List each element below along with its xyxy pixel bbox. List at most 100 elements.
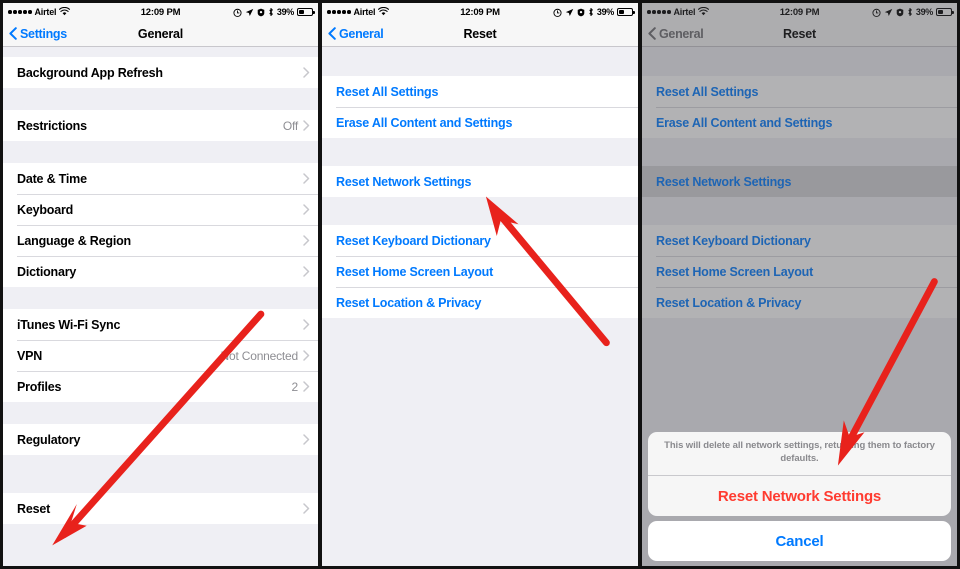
chevron-right-icon <box>303 204 310 215</box>
reset-options-list: Reset All Settings Erase All Content and… <box>322 47 638 318</box>
list-gap <box>322 197 638 225</box>
back-button-label: General <box>339 26 384 41</box>
row-label: Reset Home Screen Layout <box>656 264 814 279</box>
action-sheet-message: This will delete all network settings, r… <box>648 432 951 476</box>
row-language-region[interactable]: Language & Region <box>3 225 318 256</box>
panel-reset-confirm: Airtel 12:09 PM 39% General Reset Reset … <box>640 0 960 569</box>
row-reset-location-privacy[interactable]: Reset Location & Privacy <box>322 287 638 318</box>
row-label: Language & Region <box>17 233 131 248</box>
location-arrow-icon <box>245 8 254 17</box>
row-label: VPN <box>17 348 43 363</box>
reset-options-list: Reset All Settings Erase All Content and… <box>642 47 957 318</box>
list-group: Background App Refresh <box>3 57 318 88</box>
row-label: Profiles <box>17 379 62 394</box>
row-itunes-wifi-sync[interactable]: iTunes Wi-Fi Sync <box>3 309 318 340</box>
list-gap <box>642 47 957 76</box>
row-regulatory[interactable]: Regulatory <box>3 424 318 455</box>
row-label: Dictionary <box>17 264 77 279</box>
row-label: Erase All Content and Settings <box>336 115 513 130</box>
status-bar: Airtel 12:09 PM 39% <box>322 3 638 21</box>
alarm-icon <box>233 8 242 17</box>
row-reset[interactable]: Reset <box>3 493 318 524</box>
chevron-left-icon <box>9 27 17 40</box>
battery-icon <box>617 8 635 16</box>
row-erase-all-content-and-settings[interactable]: Erase All Content and Settings <box>322 107 638 138</box>
status-bar-right: 39% <box>872 7 954 17</box>
row-vpn[interactable]: VPN Not Connected <box>3 340 318 371</box>
row-background-app-refresh[interactable]: Background App Refresh <box>3 57 318 88</box>
back-button-general[interactable]: General <box>322 26 384 41</box>
list-gap <box>3 141 318 163</box>
rotation-lock-icon <box>896 8 904 17</box>
battery-percent-label: 39% <box>596 7 614 17</box>
row-reset-home-screen-layout[interactable]: Reset Home Screen Layout <box>642 256 957 287</box>
list-group: Regulatory <box>3 424 318 455</box>
status-bar-right: 39% <box>553 7 635 17</box>
row-reset-all-settings[interactable]: Reset All Settings <box>322 76 638 107</box>
list-gap <box>322 138 638 166</box>
row-label: Reset Keyboard Dictionary <box>656 233 811 248</box>
nav-bar: General Reset <box>322 21 638 47</box>
location-arrow-icon <box>565 8 574 17</box>
back-button-general[interactable]: General <box>642 26 704 41</box>
row-label: Reset Home Screen Layout <box>336 264 494 279</box>
row-erase-all-content-and-settings[interactable]: Erase All Content and Settings <box>642 107 957 138</box>
chevron-right-icon <box>303 350 310 361</box>
row-keyboard[interactable]: Keyboard <box>3 194 318 225</box>
row-label: Reset Keyboard Dictionary <box>336 233 491 248</box>
cancel-button[interactable]: Cancel <box>648 521 951 561</box>
row-reset-location-privacy[interactable]: Reset Location & Privacy <box>642 287 957 318</box>
list-gap <box>3 402 318 424</box>
chevron-right-icon <box>303 434 310 445</box>
status-bar: Airtel 12:09 PM 39% <box>3 3 318 21</box>
row-reset-keyboard-dictionary[interactable]: Reset Keyboard Dictionary <box>322 225 638 256</box>
chevron-right-icon <box>303 67 310 78</box>
row-reset-all-settings[interactable]: Reset All Settings <box>642 76 957 107</box>
list-group: Reset Keyboard Dictionary Reset Home Scr… <box>322 225 638 318</box>
chevron-left-icon <box>648 27 656 40</box>
location-arrow-icon <box>884 8 893 17</box>
row-label: Date & Time <box>17 171 87 186</box>
row-label: Reset Location & Privacy <box>336 295 482 310</box>
panel-reset-menu: Airtel 12:09 PM 39% General Reset Reset … <box>320 0 640 569</box>
list-group: Reset All Settings Erase All Content and… <box>642 76 957 138</box>
row-value: Off <box>282 118 298 133</box>
list-gap <box>3 47 318 57</box>
rotation-lock-icon <box>577 8 585 17</box>
battery-icon <box>297 8 315 16</box>
list-group: Reset Keyboard Dictionary Reset Home Scr… <box>642 225 957 318</box>
list-gap <box>3 455 318 493</box>
row-value: 2 <box>291 379 299 394</box>
action-sheet: This will delete all network settings, r… <box>648 432 951 561</box>
row-reset-keyboard-dictionary[interactable]: Reset Keyboard Dictionary <box>642 225 957 256</box>
status-bar: Airtel 12:09 PM 39% <box>642 3 957 21</box>
row-restrictions[interactable]: Restrictions Off <box>3 110 318 141</box>
alarm-icon <box>553 8 562 17</box>
tutorial-screenshot-strip: Airtel 12:09 PM 39% Settings General Bac… <box>0 0 960 569</box>
settings-list: Background App Refresh Restrictions Off … <box>3 47 318 524</box>
row-date-time[interactable]: Date & Time <box>3 163 318 194</box>
list-group: Date & Time Keyboard Language & Region D… <box>3 163 318 287</box>
row-reset-home-screen-layout[interactable]: Reset Home Screen Layout <box>322 256 638 287</box>
chevron-right-icon <box>303 235 310 246</box>
back-button-label: General <box>659 26 704 41</box>
list-group: iTunes Wi-Fi Sync VPN Not Connected Prof… <box>3 309 318 402</box>
row-reset-network-settings[interactable]: Reset Network Settings <box>322 166 638 197</box>
confirm-reset-network-settings-button[interactable]: Reset Network Settings <box>648 476 951 516</box>
bluetooth-icon <box>268 7 274 17</box>
chevron-right-icon <box>303 503 310 514</box>
list-group: Reset Network Settings <box>642 166 957 197</box>
row-label: Reset Location & Privacy <box>656 295 802 310</box>
alarm-icon <box>872 8 881 17</box>
battery-icon <box>936 8 954 16</box>
row-dictionary[interactable]: Dictionary <box>3 256 318 287</box>
back-button-settings[interactable]: Settings <box>3 27 67 41</box>
chevron-right-icon <box>303 319 310 330</box>
row-reset-network-settings[interactable]: Reset Network Settings <box>642 166 957 197</box>
row-profiles[interactable]: Profiles 2 <box>3 371 318 402</box>
row-label: Erase All Content and Settings <box>656 115 833 130</box>
row-label: Reset All Settings <box>656 84 759 99</box>
back-button-label: Settings <box>20 26 67 41</box>
action-sheet-main: This will delete all network settings, r… <box>648 432 951 516</box>
panel-general-settings: Airtel 12:09 PM 39% Settings General Bac… <box>0 0 320 569</box>
